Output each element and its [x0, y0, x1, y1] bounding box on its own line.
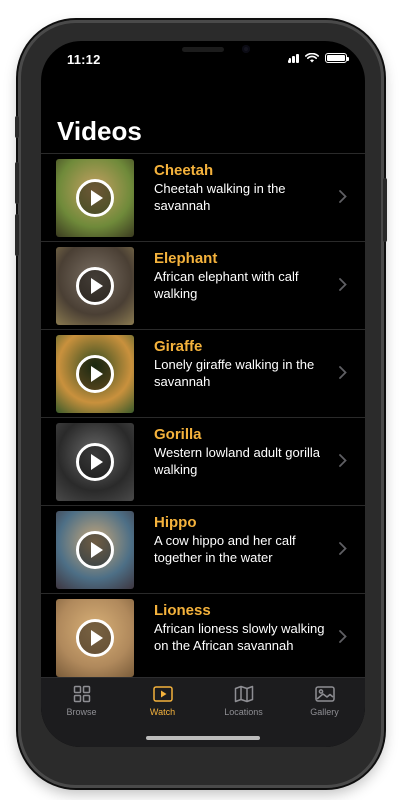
chevron-right-icon: [339, 454, 351, 468]
chevron-right-icon: [339, 366, 351, 380]
video-list: Cheetah Cheetah walking in the savannah …: [41, 153, 365, 681]
notch: [116, 41, 290, 71]
item-description: African lioness slowly walking on the Af…: [154, 621, 325, 653]
tab-label: Gallery: [310, 707, 339, 717]
item-description: Lonely giraffe walking in the savannah: [154, 357, 315, 389]
video-thumbnail: [56, 511, 134, 589]
battery-icon: [325, 53, 349, 63]
list-item[interactable]: Lioness African lioness slowly walking o…: [41, 593, 365, 681]
item-title: Lioness: [154, 602, 211, 619]
item-description: Cheetah walking in the savannah: [154, 181, 286, 213]
play-icon: [76, 267, 114, 305]
map-icon: [234, 685, 253, 703]
item-description: African elephant with calf walking: [154, 269, 299, 301]
chevron-right-icon: [339, 278, 351, 292]
volume-down-button: [15, 214, 19, 256]
play-icon: [76, 619, 114, 657]
item-description: Western lowland adult gorilla walking: [154, 445, 320, 477]
chevron-right-icon: [339, 190, 351, 204]
item-title: Giraffe: [154, 338, 203, 355]
tab-browse[interactable]: Browse: [41, 678, 122, 747]
chevron-right-icon: [339, 630, 351, 644]
item-title: Elephant: [154, 250, 218, 267]
play-icon: [76, 443, 114, 481]
video-thumbnail: [56, 599, 134, 677]
volume-up-button: [15, 162, 19, 204]
play-icon: [76, 355, 114, 393]
front-camera: [242, 45, 250, 53]
video-thumbnail: [56, 247, 134, 325]
list-item[interactable]: Elephant African elephant with calf walk…: [41, 241, 365, 329]
play-icon: [76, 179, 114, 217]
page-title: Videos: [57, 116, 142, 146]
video-thumbnail: [56, 159, 134, 237]
list-item[interactable]: Giraffe Lonely giraffe walking in the sa…: [41, 329, 365, 417]
video-thumbnail: [56, 335, 134, 413]
tab-label: Browse: [66, 707, 97, 717]
wifi-icon: [305, 53, 319, 63]
photo-icon: [314, 686, 335, 702]
speaker: [182, 47, 224, 52]
list-item[interactable]: Hippo A cow hippo and her calf together …: [41, 505, 365, 593]
grid-icon: [73, 685, 90, 703]
status-icons: [284, 53, 349, 63]
tab-gallery[interactable]: Gallery: [284, 678, 365, 747]
play-rectangle-icon: [152, 686, 173, 702]
tab-label: Locations: [224, 707, 263, 717]
list-item[interactable]: Cheetah Cheetah walking in the savannah: [41, 153, 365, 241]
chevron-right-icon: [339, 542, 351, 556]
item-title: Gorilla: [154, 426, 202, 443]
silent-switch: [15, 116, 19, 138]
play-icon: [76, 531, 114, 569]
video-thumbnail: [56, 423, 134, 501]
status-time: 11:12: [67, 52, 101, 67]
phone-screen: 11:12 Videos Cheetah Cheetah walking in …: [41, 41, 365, 747]
tab-label: Watch: [149, 707, 176, 717]
list-item[interactable]: Gorilla Western lowland adult gorilla wa…: [41, 417, 365, 505]
power-button: [383, 178, 387, 242]
home-indicator[interactable]: [146, 736, 260, 740]
item-description: A cow hippo and her calf together in the…: [154, 533, 296, 565]
item-title: Cheetah: [154, 162, 214, 179]
item-title: Hippo: [154, 514, 197, 531]
